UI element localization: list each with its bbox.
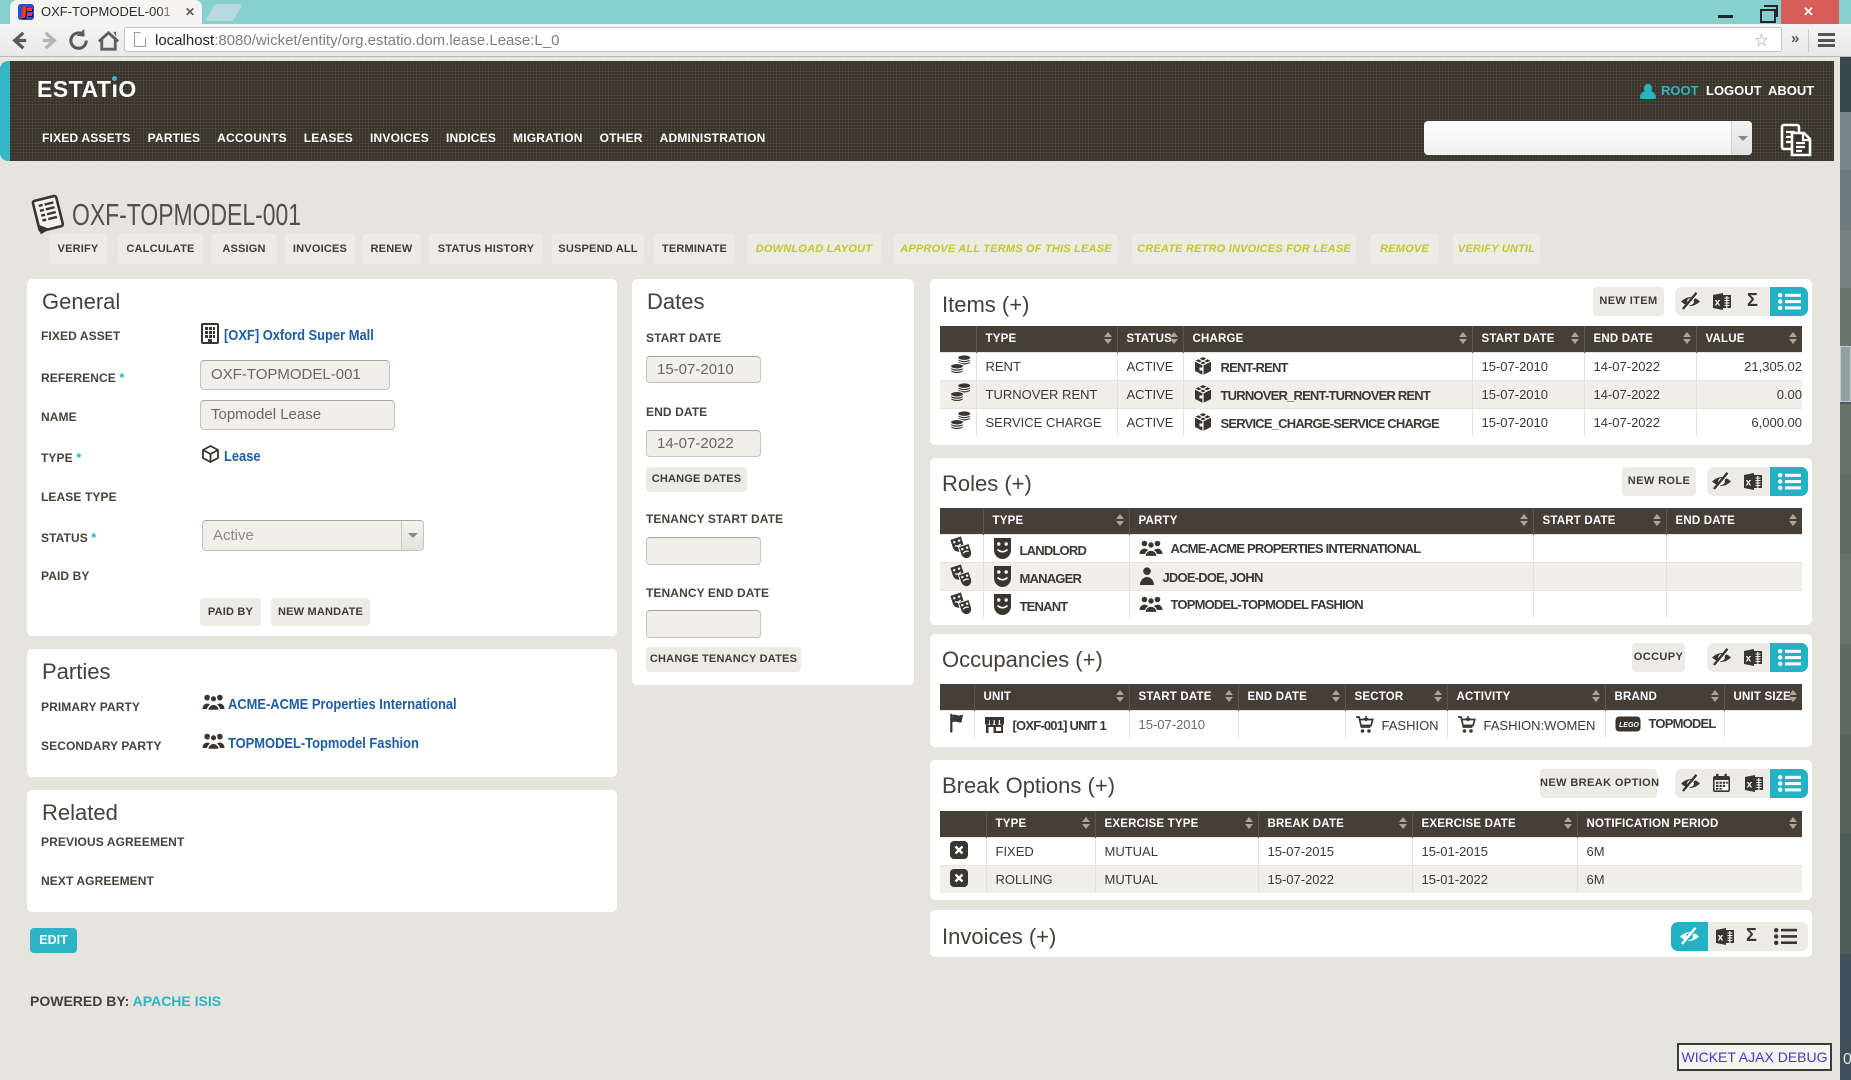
svg-text:x: x [1747,780,1753,791]
svg-text:x: x [1746,654,1752,665]
svg-text:LEGO: LEGO [1619,722,1639,729]
svg-text:x: x [1746,478,1752,489]
svg-text:x: x [1715,298,1721,309]
svg-text:x: x [1718,933,1724,944]
